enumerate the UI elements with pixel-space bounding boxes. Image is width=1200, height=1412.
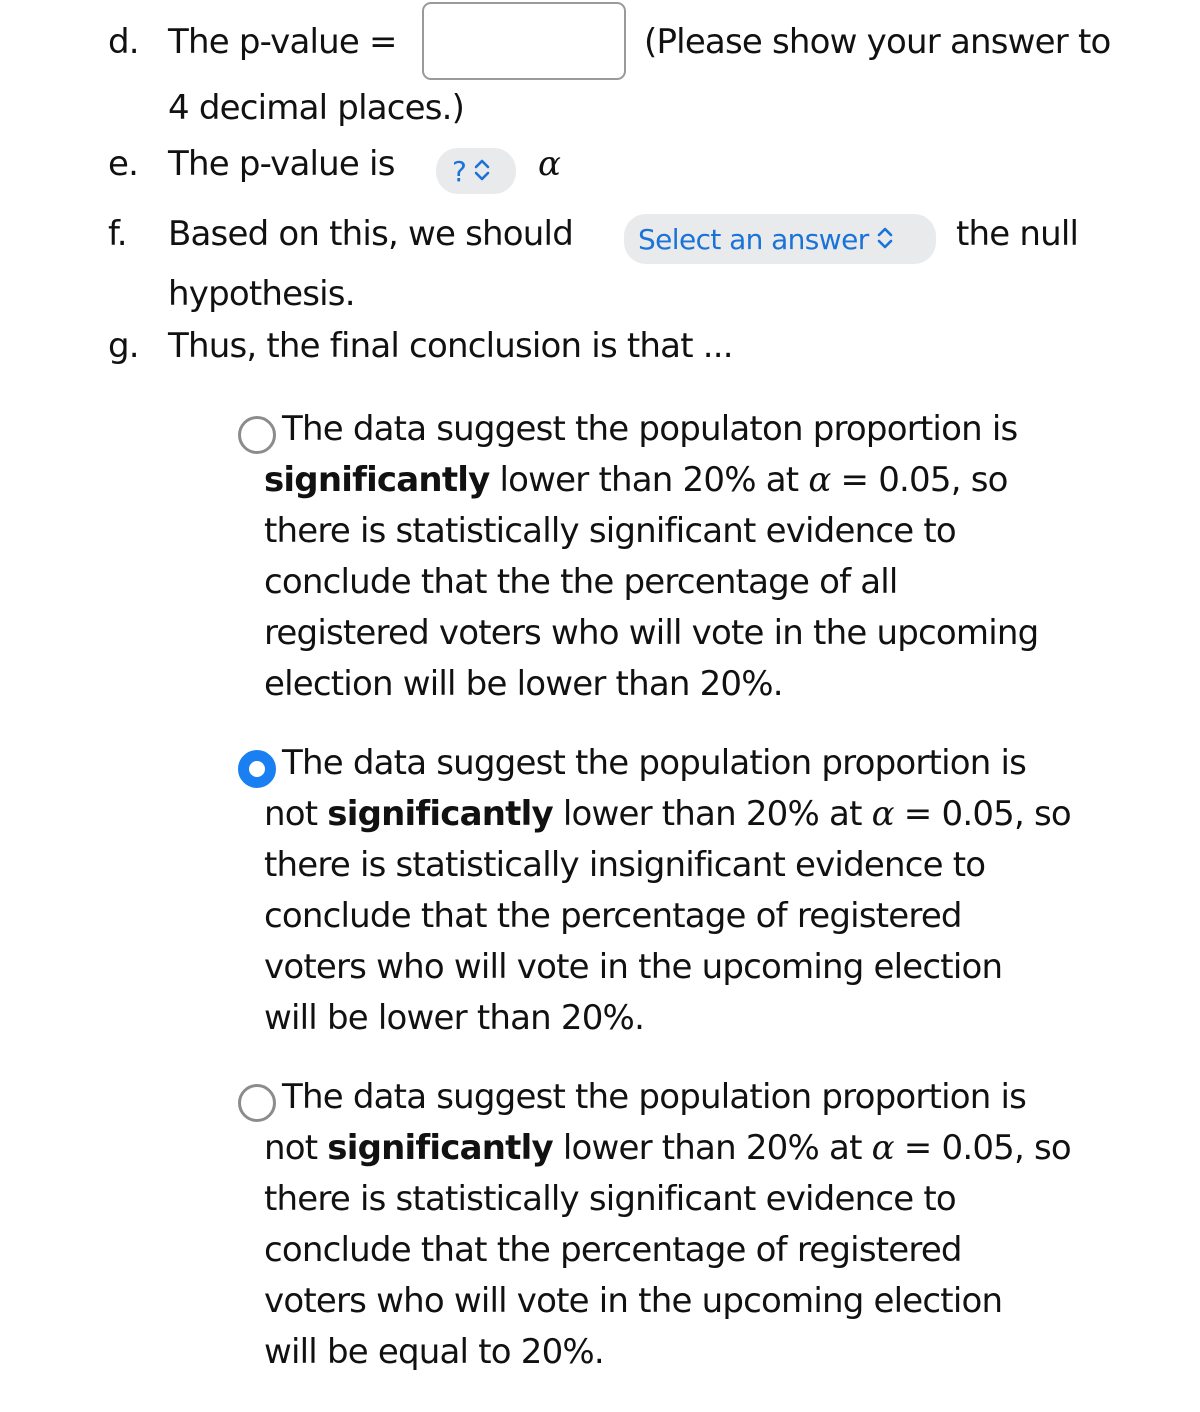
text-segment: lower than 20% at (552, 794, 872, 834)
alpha-symbol: α (538, 144, 561, 184)
text-segment: The data suggest the population proporti… (282, 1077, 1027, 1117)
text-segment: = 0.05, so (893, 1128, 1072, 1168)
text-segment: conclude that the percentage of register… (264, 896, 963, 936)
alpha-symbol: α (808, 460, 831, 500)
option-text-line: conclude that the the percentage of all (264, 557, 1162, 608)
question-d-hint-continued: 4 decimal places.) (168, 88, 465, 128)
option-text-line: not significantly lower than 20% at α = … (264, 1123, 1162, 1174)
option-text-line: not significantly lower than 20% at α = … (264, 789, 1162, 840)
question-f-label: Based on this, we should (168, 214, 574, 254)
option-text-line: conclude that the percentage of register… (264, 891, 1162, 942)
option-text-line: registered voters who will vote in the u… (264, 608, 1162, 659)
text-segment: = 0.05, so (830, 460, 1008, 500)
question-d-label: The p-value = (168, 22, 398, 62)
option-text-line: The data suggest the population proporti… (282, 738, 1162, 789)
conclusion-option-text: The data suggest the populaton proportio… (264, 404, 1162, 710)
option-text-line: voters who will vote in the upcoming ele… (264, 1276, 1162, 1327)
bold-emphasis: significantly (327, 1128, 553, 1168)
alpha-symbol: α (871, 794, 895, 834)
text-segment: conclude that the the percentage of all (264, 562, 898, 602)
bold-emphasis: significantly (327, 794, 553, 834)
text-segment: = 0.05, so (893, 794, 1072, 834)
decision-select-value: Select an answer (638, 222, 869, 256)
text-segment: The data suggest the population proporti… (282, 743, 1027, 783)
text-segment: conclude that the percentage of register… (264, 1230, 963, 1270)
comparison-select[interactable]: ? (436, 148, 516, 194)
option-text-line: conclude that the percentage of register… (264, 1225, 1162, 1276)
radio-unselected[interactable] (238, 416, 276, 454)
question-f-continued: hypothesis. (168, 274, 356, 314)
text-segment: there is statistically significant evide… (264, 511, 957, 551)
decision-select[interactable]: Select an answer (624, 214, 936, 264)
text-segment: The data suggest the populaton proportio… (282, 409, 1018, 449)
question-f-marker: f. (108, 214, 128, 254)
text-segment: not (264, 1128, 328, 1168)
text-segment: will be lower than 20%. (264, 998, 645, 1038)
text-segment: voters who will vote in the upcoming ele… (264, 1281, 1003, 1321)
text-segment: lower than 20% at (489, 460, 809, 500)
text-segment: there is statistically insignificant evi… (264, 845, 986, 885)
option-text-line: there is statistically significant evide… (264, 506, 1162, 557)
p-value-input[interactable] (422, 2, 626, 80)
radio-selected[interactable] (238, 750, 276, 788)
comparison-select-value: ? (452, 154, 467, 188)
text-segment: not (264, 794, 328, 834)
question-f-after: the null (956, 214, 1079, 254)
option-text-line: will be lower than 20%. (264, 993, 1162, 1044)
option-text-line: voters who will vote in the upcoming ele… (264, 942, 1162, 993)
option-text-line: there is statistically significant evide… (264, 1174, 1162, 1225)
alpha-symbol: α (871, 1128, 895, 1168)
conclusion-option-text: The data suggest the population proporti… (264, 738, 1162, 1044)
option-text-line: The data suggest the population proporti… (282, 1072, 1162, 1123)
text-segment: voters who will vote in the upcoming ele… (264, 947, 1003, 987)
chevron-up-down-icon (474, 155, 490, 188)
text-segment: lower than 20% at (552, 1128, 872, 1168)
question-d-hint: (Please show your answer to (644, 22, 1111, 62)
text-segment: election will be lower than 20%. (264, 664, 784, 704)
question-e-label: The p-value is (168, 144, 395, 184)
option-text-line: there is statistically insignificant evi… (264, 840, 1162, 891)
text-segment: there is statistically significant evide… (264, 1179, 957, 1219)
text-segment: registered voters who will vote in the u… (264, 613, 1039, 653)
question-d-marker: d. (108, 22, 140, 62)
option-text-line: significantly lower than 20% at α = 0.05… (264, 455, 1162, 506)
question-e-marker: e. (108, 144, 139, 184)
conclusion-option-text: The data suggest the population proporti… (264, 1072, 1162, 1378)
question-g-marker: g. (108, 326, 140, 366)
option-text-line: election will be lower than 20%. (264, 659, 1162, 710)
text-segment: will be equal to 20%. (264, 1332, 605, 1372)
radio-unselected[interactable] (238, 1084, 276, 1122)
question-g-label: Thus, the final conclusion is that ... (168, 326, 734, 366)
chevron-up-down-icon (877, 223, 893, 256)
bold-emphasis: significantly (264, 460, 490, 500)
option-text-line: will be equal to 20%. (264, 1327, 1162, 1378)
option-text-line: The data suggest the populaton proportio… (282, 404, 1162, 455)
